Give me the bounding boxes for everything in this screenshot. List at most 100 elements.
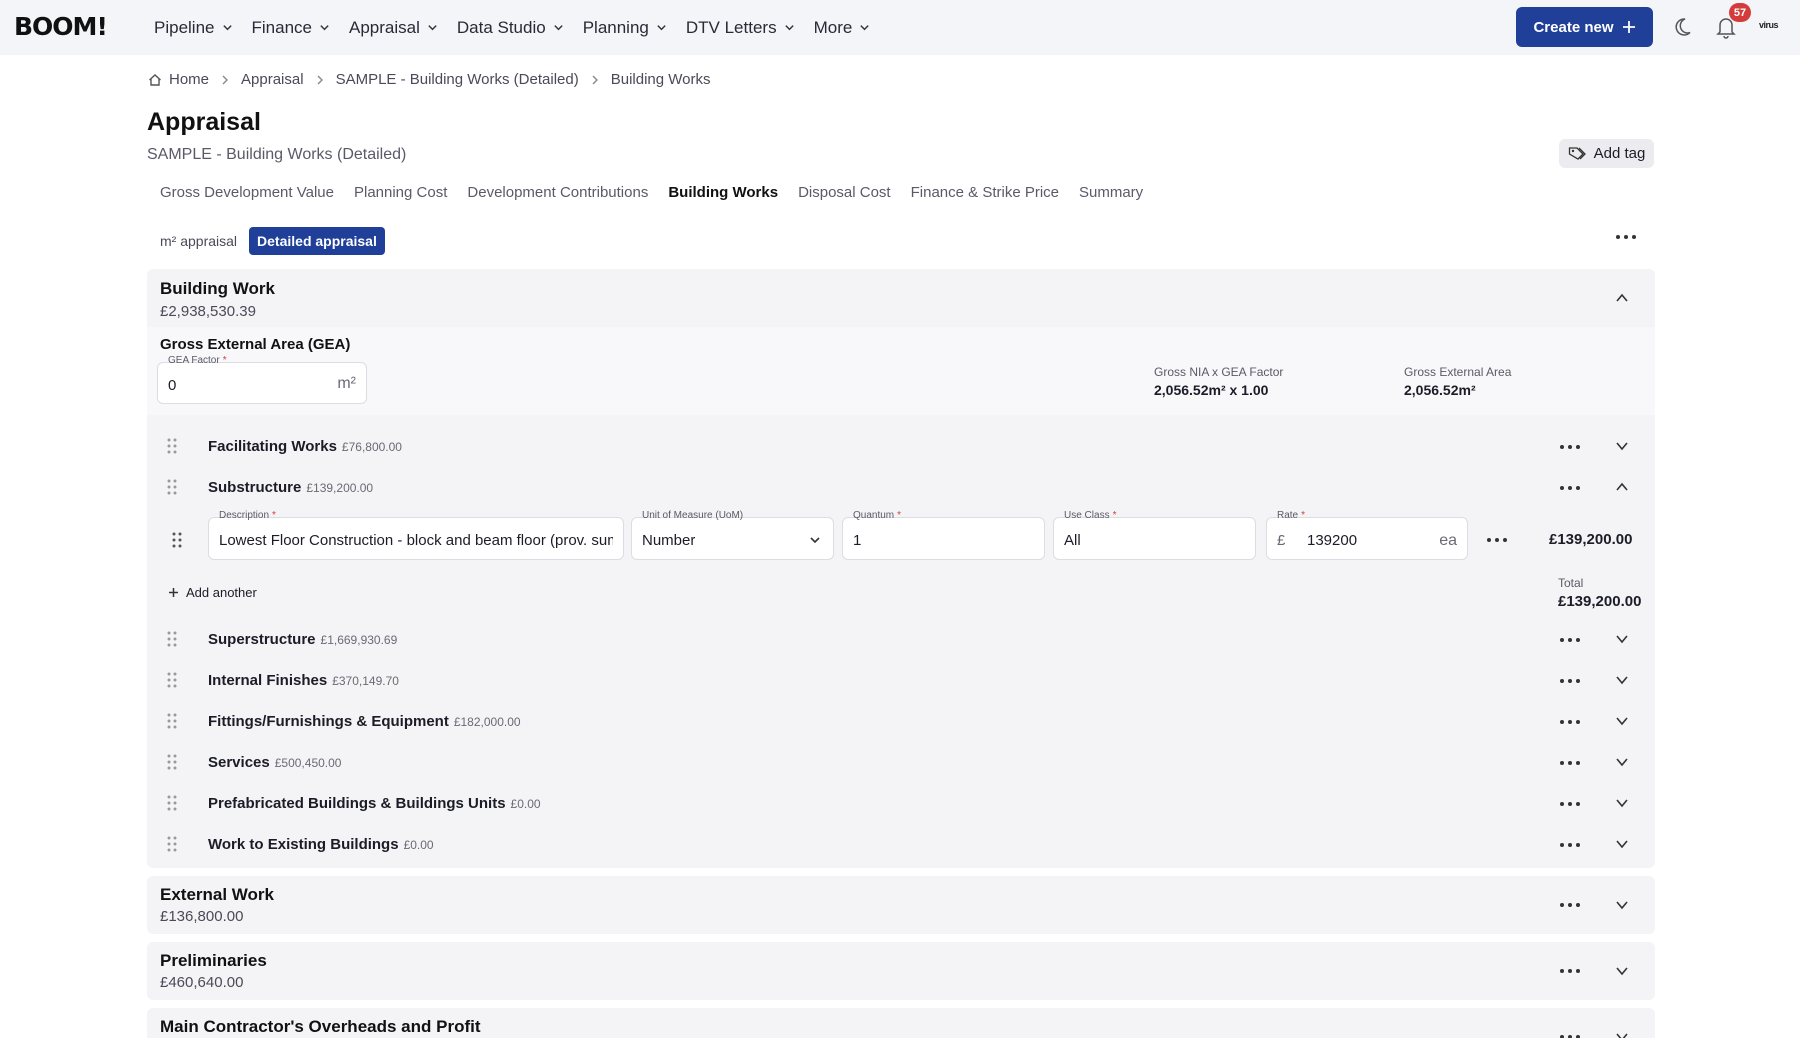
plus-icon xyxy=(169,588,178,597)
nav-item-data-studio[interactable]: Data Studio xyxy=(457,18,564,38)
drag-handle-icon[interactable] xyxy=(167,631,177,647)
nav-item-dtv-letters[interactable]: DTV Letters xyxy=(686,18,795,38)
more-options-icon[interactable] xyxy=(1559,966,1581,976)
chevron-down-icon[interactable] xyxy=(1615,964,1629,978)
moon-icon[interactable] xyxy=(1675,16,1697,38)
gea-calc-stat: Gross NIA x GEA Factor 2,056.52m² x 1.00 xyxy=(1154,365,1284,398)
external-work-card[interactable]: External Work £136,800.00 xyxy=(147,876,1655,934)
gea-unit: m² xyxy=(337,375,356,392)
chevron-up-icon[interactable] xyxy=(1615,480,1629,494)
drag-handle-icon[interactable] xyxy=(167,479,177,495)
avatar[interactable]: virus xyxy=(1759,20,1779,30)
section-row-work-to-existing[interactable]: Work to Existing Buildings £0.00 xyxy=(147,830,1655,860)
breadcrumb-current: Building Works xyxy=(610,71,711,88)
chevron-down-icon[interactable] xyxy=(1615,439,1629,453)
description-field[interactable]: Description * Lowest Floor Construction -… xyxy=(208,510,624,560)
section-row-prefabricated[interactable]: Prefabricated Buildings & Buildings Unit… xyxy=(147,789,1655,819)
chevron-down-icon[interactable] xyxy=(1615,1030,1629,1038)
m2-appraisal-toggle[interactable]: m² appraisal xyxy=(158,229,239,253)
more-options-icon[interactable] xyxy=(1559,676,1581,686)
use-class-value: All xyxy=(1064,532,1081,549)
chevron-down-icon[interactable] xyxy=(1615,673,1629,687)
rate-currency: £ xyxy=(1277,532,1286,549)
drag-handle-icon[interactable] xyxy=(172,532,182,548)
chevron-down-icon[interactable] xyxy=(1615,714,1629,728)
gea-factor-field[interactable]: GEA Factor * 0 m² xyxy=(157,355,367,404)
section-row-substructure[interactable]: Substructure £139,200.00 xyxy=(147,473,1655,503)
appraisal-tabs: Gross Development Value Planning Cost De… xyxy=(160,184,1163,201)
page-subtitle: SAMPLE - Building Works (Detailed) xyxy=(147,146,407,163)
drag-handle-icon[interactable] xyxy=(167,836,177,852)
app-logo[interactable]: BOOM! xyxy=(14,12,108,41)
chevron-down-icon[interactable] xyxy=(1615,837,1629,851)
tab-gross-development-value[interactable]: Gross Development Value xyxy=(160,184,334,201)
nav-item-planning[interactable]: Planning xyxy=(583,18,667,38)
drag-handle-icon[interactable] xyxy=(167,438,177,454)
drag-handle-icon[interactable] xyxy=(167,795,177,811)
breadcrumb-sample[interactable]: SAMPLE - Building Works (Detailed) xyxy=(336,71,579,88)
uom-select[interactable]: Unit of Measure (UoM) Number xyxy=(631,510,834,560)
nav-item-finance[interactable]: Finance xyxy=(252,18,330,38)
section-row-superstructure[interactable]: Superstructure £1,669,930.69 xyxy=(147,625,1655,655)
nav-item-more[interactable]: More xyxy=(814,18,871,38)
chevron-down-icon[interactable] xyxy=(1615,755,1629,769)
chevron-down-icon[interactable] xyxy=(1615,632,1629,646)
tab-development-contributions[interactable]: Development Contributions xyxy=(467,184,648,201)
create-new-button[interactable]: Create new xyxy=(1516,7,1653,47)
chevron-up-icon[interactable] xyxy=(1615,291,1629,305)
nav-item-appraisal[interactable]: Appraisal xyxy=(349,18,438,38)
nav-item-pipeline[interactable]: Pipeline xyxy=(154,18,233,38)
more-options-icon[interactable] xyxy=(1559,442,1581,452)
section-row-facilitating-works[interactable]: Facilitating Works £76,800.00 xyxy=(147,432,1655,462)
detailed-appraisal-toggle[interactable]: Detailed appraisal xyxy=(249,227,385,255)
preliminaries-card[interactable]: Preliminaries £460,640.00 xyxy=(147,942,1655,1000)
appraisal-mode-toggle: m² appraisal Detailed appraisal xyxy=(158,227,385,255)
use-class-field[interactable]: Use Class * All xyxy=(1053,510,1256,560)
more-options-icon[interactable] xyxy=(1559,1032,1581,1038)
gea-area-stat: Gross External Area 2,056.52m² xyxy=(1404,365,1512,398)
add-another-button[interactable]: Add another xyxy=(168,585,257,600)
section-row-services[interactable]: Services £500,450.00 xyxy=(147,748,1655,778)
drag-handle-icon[interactable] xyxy=(167,713,177,729)
more-options-icon[interactable] xyxy=(1615,232,1637,242)
chevron-right-icon xyxy=(317,75,323,84)
chevron-down-icon xyxy=(428,25,437,31)
tab-disposal-cost[interactable]: Disposal Cost xyxy=(798,184,891,201)
building-work-amount: £2,938,530.39 xyxy=(160,303,256,320)
main-contractor-card[interactable]: Main Contractor's Overheads and Profit xyxy=(147,1008,1655,1038)
more-options-icon[interactable] xyxy=(1559,900,1581,910)
breadcrumb: Home Appraisal SAMPLE - Building Works (… xyxy=(148,71,710,88)
more-options-icon[interactable] xyxy=(1559,717,1581,727)
tab-building-works[interactable]: Building Works xyxy=(668,184,778,201)
breadcrumb-home[interactable]: Home xyxy=(169,71,209,88)
rate-unit: ea xyxy=(1439,532,1457,549)
gea-title: Gross External Area (GEA) xyxy=(160,336,351,353)
more-options-icon[interactable] xyxy=(1559,799,1581,809)
preliminaries-title: Preliminaries xyxy=(160,951,267,970)
more-options-icon[interactable] xyxy=(1559,758,1581,768)
section-row-internal-finishes[interactable]: Internal Finishes £370,149.70 xyxy=(147,666,1655,696)
rate-field[interactable]: Rate * £ 139200 ea xyxy=(1266,510,1468,560)
more-options-icon[interactable] xyxy=(1559,635,1581,645)
tab-finance-strike-price[interactable]: Finance & Strike Price xyxy=(911,184,1059,201)
drag-handle-icon[interactable] xyxy=(167,754,177,770)
drag-handle-icon[interactable] xyxy=(167,672,177,688)
substructure-total: Total £139,200.00 xyxy=(1558,576,1642,610)
tab-summary[interactable]: Summary xyxy=(1079,184,1143,201)
gea-factor-value: 0 xyxy=(168,377,177,394)
breadcrumb-appraisal[interactable]: Appraisal xyxy=(241,71,304,88)
plus-icon xyxy=(1622,21,1635,33)
more-options-icon[interactable] xyxy=(1559,483,1581,493)
top-nav: BOOM! Pipeline Finance Appraisal Data St… xyxy=(0,0,1800,55)
chevron-down-icon[interactable] xyxy=(1615,796,1629,810)
chevron-down-icon[interactable] xyxy=(1615,898,1629,912)
tab-planning-cost[interactable]: Planning Cost xyxy=(354,184,447,201)
section-row-fittings[interactable]: Fittings/Furnishings & Equipment £182,000… xyxy=(147,707,1655,737)
quantum-field[interactable]: Quantum * 1 xyxy=(842,510,1045,560)
add-tag-button[interactable]: Add tag xyxy=(1559,139,1654,168)
gea-panel: Gross External Area (GEA) GEA Factor * 0 … xyxy=(147,327,1655,415)
chevron-down-icon xyxy=(810,537,820,544)
main-contractor-title: Main Contractor's Overheads and Profit xyxy=(160,1017,481,1036)
more-options-icon[interactable] xyxy=(1486,535,1508,545)
more-options-icon[interactable] xyxy=(1559,840,1581,850)
